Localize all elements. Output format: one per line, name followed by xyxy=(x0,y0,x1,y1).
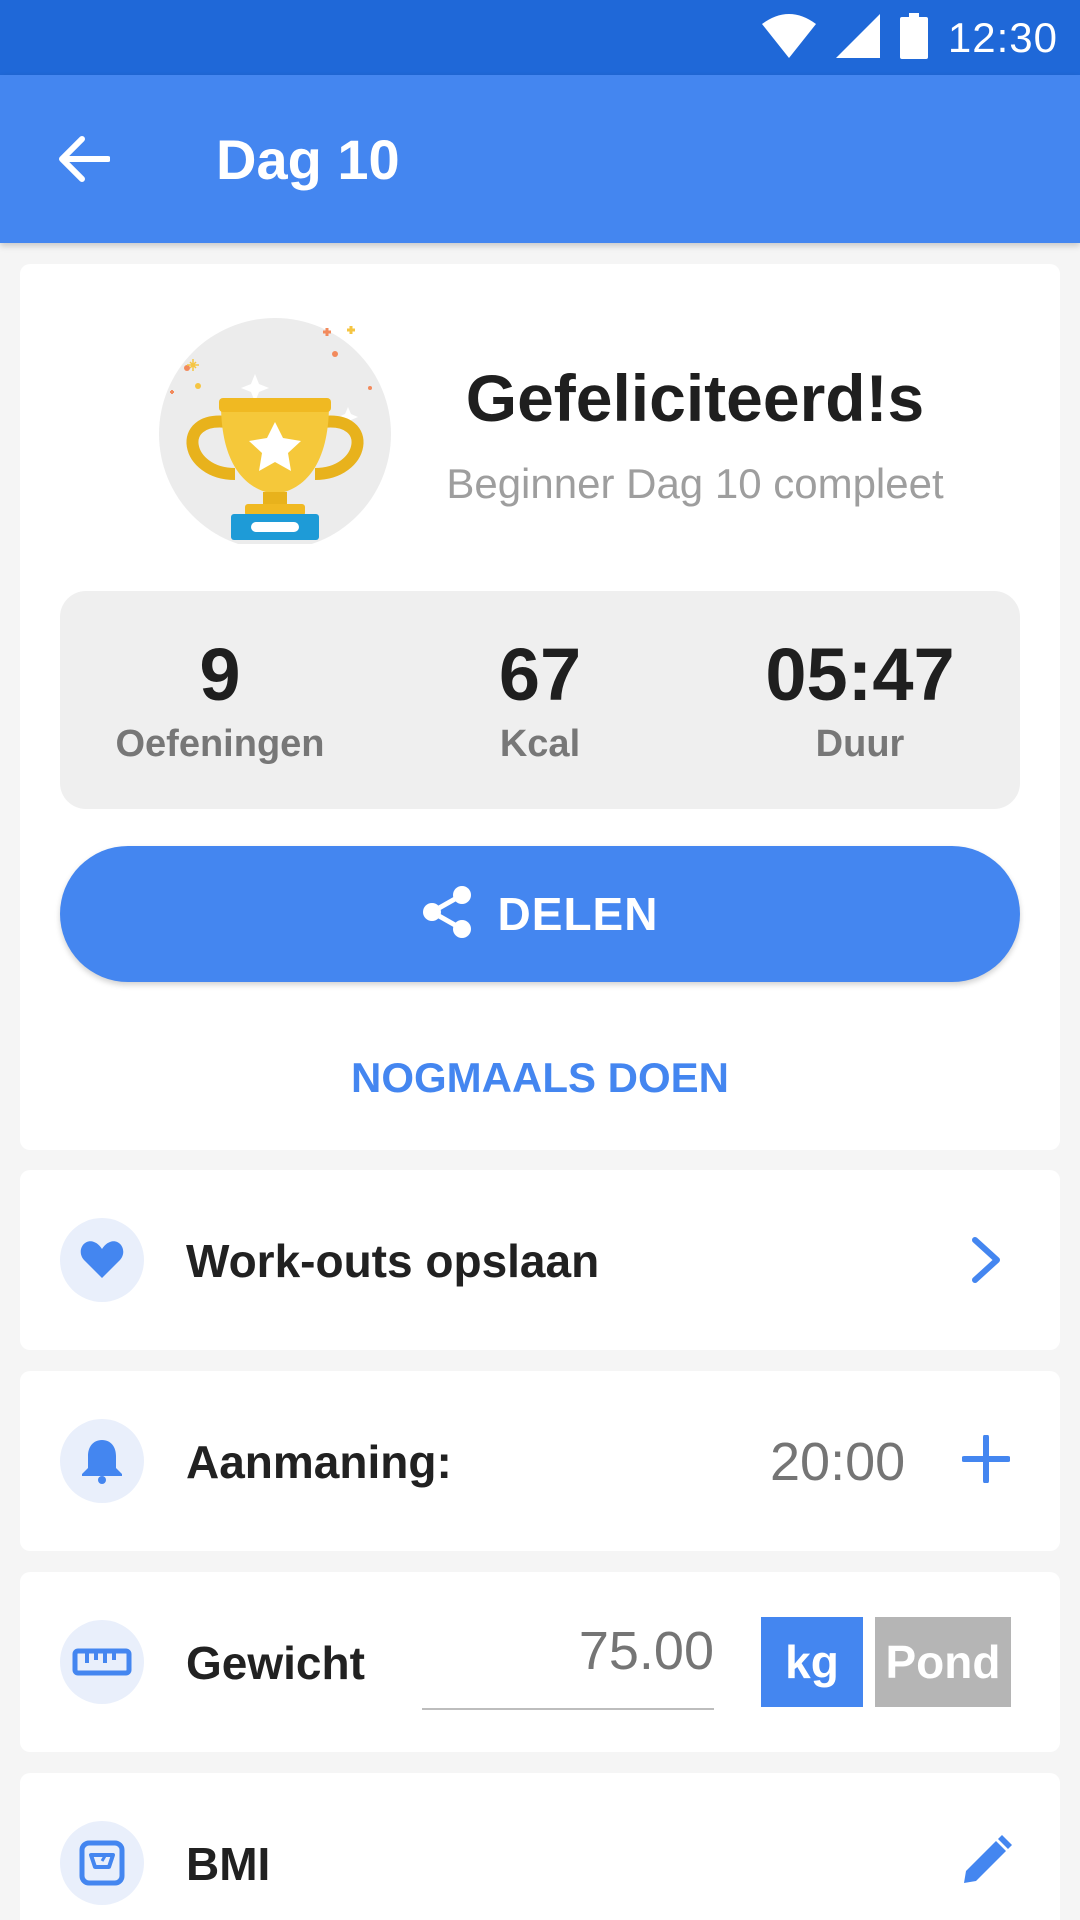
edit-bmi-button[interactable] xyxy=(948,1825,1024,1901)
reminder-time[interactable]: 20:00 xyxy=(770,1431,905,1493)
redo-button[interactable]: NOGMAALS DOEN xyxy=(20,1054,1060,1102)
stat-value: 05:47 xyxy=(765,633,955,716)
share-label: DELEN xyxy=(497,888,659,940)
scale-icon xyxy=(60,1821,144,1905)
weight-row: Gewicht 75.00 kg Pond xyxy=(20,1572,1060,1752)
wifi-icon xyxy=(761,13,816,63)
pencil-icon xyxy=(960,1834,1012,1892)
page-title: Dag 10 xyxy=(216,128,400,191)
share-icon xyxy=(422,885,472,944)
ruler-icon xyxy=(60,1620,144,1704)
stat-kcal: 67 Kcal xyxy=(380,635,700,766)
weight-input[interactable]: 75.00 xyxy=(422,1610,714,1710)
stat-label: Kcal xyxy=(499,723,581,765)
weight-label: Gewicht xyxy=(186,1637,365,1689)
congrats-title: Gefeliciteerd!s xyxy=(465,361,925,435)
signal-icon xyxy=(835,13,880,63)
chevron-right-icon xyxy=(948,1222,1024,1298)
save-workouts-label: Work-outs opslaan xyxy=(186,1235,600,1287)
share-button[interactable]: DELEN xyxy=(60,846,1020,982)
stat-duration: 05:47 Duur xyxy=(700,635,1020,766)
stat-value: 9 xyxy=(199,633,241,716)
stat-exercises: 9 Oefeningen xyxy=(60,635,380,766)
add-reminder-button[interactable] xyxy=(948,1423,1024,1499)
back-button[interactable] xyxy=(48,125,120,197)
stat-label: Duur xyxy=(815,723,905,765)
bmi-row: BMI xyxy=(20,1773,1060,1920)
unit-pound-toggle[interactable]: Pond xyxy=(875,1617,1011,1707)
result-card: Gefeliciteerd!s Beginner Dag 10 compleet… xyxy=(20,264,1060,1150)
status-icons: 12:30 xyxy=(761,8,1058,68)
heart-icon xyxy=(60,1218,144,1302)
battery-icon xyxy=(899,12,928,64)
bmi-label: BMI xyxy=(186,1838,271,1890)
unit-kg-toggle[interactable]: kg xyxy=(761,1617,863,1707)
plus-icon xyxy=(961,1433,1011,1488)
stats-panel: 9 Oefeningen 67 Kcal 05:47 Duur xyxy=(60,591,1020,809)
congrats-subtitle: Beginner Dag 10 compleet xyxy=(446,460,944,507)
save-workouts-row[interactable]: Work-outs opslaan xyxy=(20,1170,1060,1350)
reminder-label: Aanmaning: xyxy=(186,1436,452,1488)
status-bar: 12:30 xyxy=(0,0,1080,75)
stat-value: 67 xyxy=(498,633,582,716)
arrow-back-icon xyxy=(58,135,111,188)
reminder-row: Aanmaning: 20:00 xyxy=(20,1371,1060,1551)
bell-icon xyxy=(60,1419,144,1503)
app-bar: Dag 10 xyxy=(0,75,1080,243)
stat-label: Oefeningen xyxy=(115,723,325,765)
status-time: 12:30 xyxy=(947,14,1058,61)
